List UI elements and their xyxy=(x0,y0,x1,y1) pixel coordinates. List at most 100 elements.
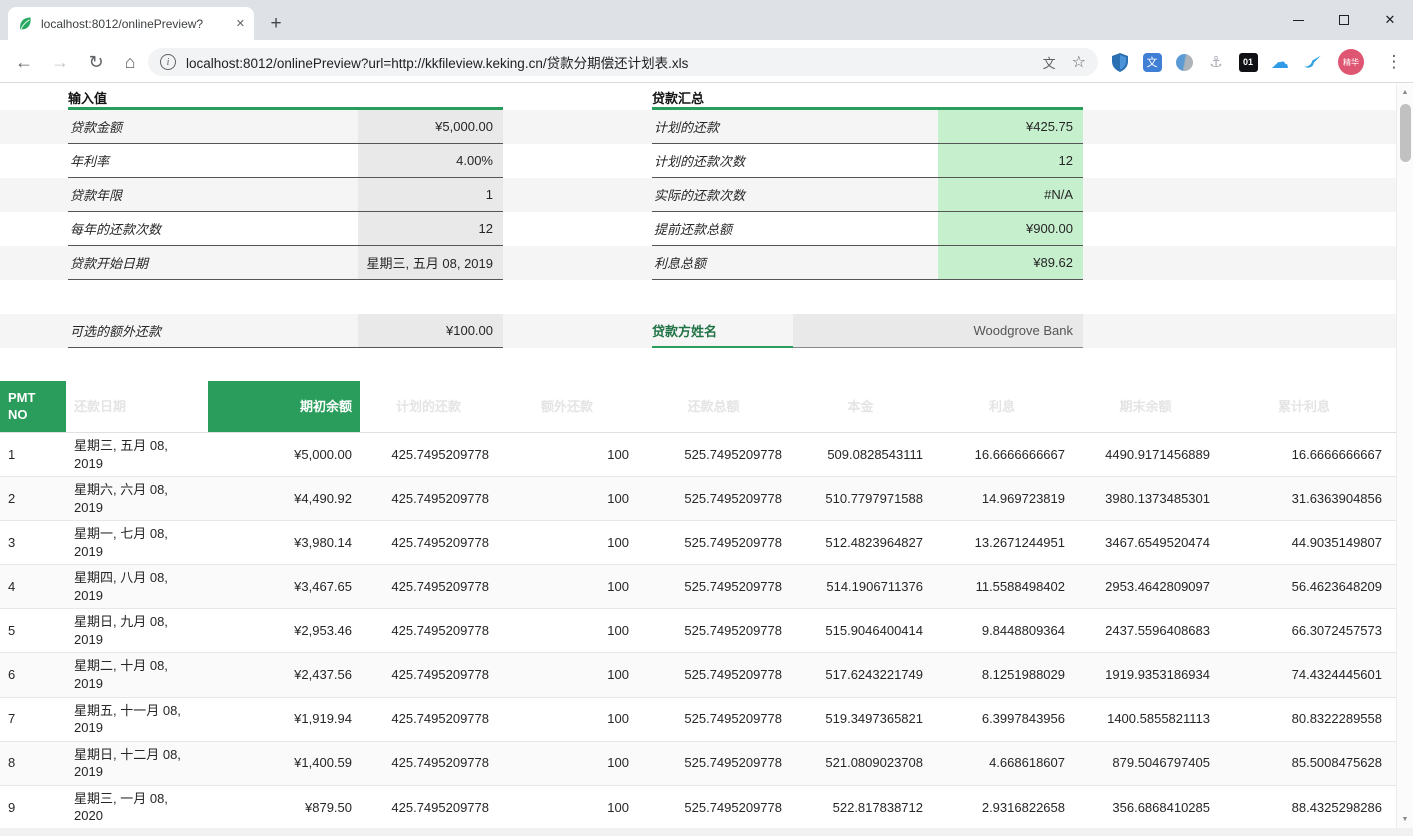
bird-extension-icon[interactable] xyxy=(1300,50,1324,74)
minimize-icon xyxy=(1293,20,1304,21)
summary-value: ¥900.00 xyxy=(938,212,1083,246)
01-badge-extension-icon[interactable]: 01 xyxy=(1236,50,1260,74)
schedule-cell: 509.0828543111 xyxy=(790,433,931,476)
schedule-cell: 8 xyxy=(0,742,66,785)
cloud-extension-icon[interactable]: ☁ xyxy=(1268,50,1292,74)
browser-menu-icon[interactable]: ⋮ xyxy=(1382,49,1406,75)
bookmark-star-icon[interactable]: ☆ xyxy=(1072,52,1086,72)
schedule-cell: ¥2,437.56 xyxy=(208,653,360,696)
input-value: 4.00% xyxy=(358,144,503,178)
input-label: 贷款金额 xyxy=(68,110,358,144)
schedule-cell: 425.7495209778 xyxy=(360,742,497,785)
schedule-row: 7星期五, 十一月 08, 2019¥1,919.94425.749520977… xyxy=(0,698,1396,742)
schedule-cell: 13.2671244951 xyxy=(931,521,1073,564)
input-label: 每年的还款次数 xyxy=(68,212,358,246)
horizontal-scrollbar[interactable] xyxy=(0,828,1396,836)
schedule-cell: 100 xyxy=(497,653,637,696)
back-icon[interactable]: ← xyxy=(10,48,38,76)
close-button[interactable]: ✕ xyxy=(1367,0,1413,40)
vertical-scrollbar[interactable]: ▲ ▼ xyxy=(1396,84,1413,828)
omnibox-actions: 文 ☆ xyxy=(1043,52,1086,72)
schedule-cell: 14.969723819 xyxy=(931,477,1073,520)
schedule-cell: ¥879.50 xyxy=(208,786,360,828)
address-bar[interactable]: i localhost:8012/onlinePreview?url=http:… xyxy=(148,48,1098,76)
browser-toolbar: ← → ↻ ⌂ i localhost:8012/onlinePreview?u… xyxy=(0,40,1413,83)
page-info-icon[interactable]: i xyxy=(160,54,176,70)
scroll-down-icon[interactable]: ▼ xyxy=(1397,811,1413,828)
input-value: ¥5,000.00 xyxy=(358,110,503,144)
schedule-cell: 85.5008475628 xyxy=(1218,742,1390,785)
schedule-row: 6星期二, 十月 08, 2019¥2,437.56425.7495209778… xyxy=(0,653,1396,697)
input-value: 12 xyxy=(358,212,503,246)
schedule-cell: 521.0809023708 xyxy=(790,742,931,785)
scrollbar-corner xyxy=(1396,828,1413,836)
tab-title: localhost:8012/onlinePreview? xyxy=(41,17,228,31)
anchor-extension-icon[interactable]: ⚓ xyxy=(1204,50,1228,74)
schedule-cell: 5 xyxy=(0,609,66,652)
schedule-cell: 1919.9353186934 xyxy=(1073,653,1218,696)
schedule-cell: 425.7495209778 xyxy=(360,653,497,696)
minimize-button[interactable] xyxy=(1275,0,1321,40)
schedule-cell: 2953.4642809097 xyxy=(1073,565,1218,608)
tab-close-icon[interactable]: ✕ xyxy=(236,17,245,30)
schedule-cell: 4490.9171456889 xyxy=(1073,433,1218,476)
schedule-cell: 星期二, 十月 08, 2019 xyxy=(66,653,208,696)
schedule-row: 9星期三, 一月 08, 2020¥879.50425.749520977810… xyxy=(0,786,1396,828)
header-total-payment: 还款总额 xyxy=(637,381,790,432)
header-ending-balance: 期末余额 xyxy=(1073,381,1218,432)
schedule-body: 1星期三, 五月 08, 2019¥5,000.00425.7495209778… xyxy=(0,433,1396,828)
schedule-row: 8星期日, 十二月 08, 2019¥1,400.59425.749520977… xyxy=(0,742,1396,786)
url-text[interactable]: localhost:8012/onlinePreview?url=http://… xyxy=(186,52,1033,72)
header-interest: 利息 xyxy=(931,381,1073,432)
schedule-cell: 525.7495209778 xyxy=(637,521,790,564)
schedule-cell: 525.7495209778 xyxy=(637,698,790,741)
summary-label: 利息总额 xyxy=(652,246,938,280)
translate-page-icon[interactable]: 文 xyxy=(1043,53,1056,72)
schedule-cell: 514.1906711376 xyxy=(790,565,931,608)
schedule-row: 5星期日, 九月 08, 2019¥2,953.46425.7495209778… xyxy=(0,609,1396,653)
orb-extension-icon[interactable] xyxy=(1172,50,1196,74)
input-label: 年利率 xyxy=(68,144,358,178)
profile-avatar[interactable]: 精华 xyxy=(1338,49,1364,75)
schedule-cell: 1400.5855821113 xyxy=(1073,698,1218,741)
schedule-cell: 6.3997843956 xyxy=(931,698,1073,741)
summary-value: ¥425.75 xyxy=(938,110,1083,144)
input-label: 贷款年限 xyxy=(68,178,358,212)
schedule-cell: 2437.5596408683 xyxy=(1073,609,1218,652)
summary-label: 实际的还款次数 xyxy=(652,178,938,212)
schedule-cell: 2.9316822658 xyxy=(931,786,1073,828)
header-payment-date: 还款日期 xyxy=(66,381,208,432)
schedule-cell: 星期五, 十一月 08, 2019 xyxy=(66,698,208,741)
header-extra-payment: 额外还款 xyxy=(497,381,637,432)
header-beginning-balance: 期初余额 xyxy=(208,381,360,432)
spacer-row xyxy=(0,348,1396,381)
schedule-cell: 100 xyxy=(497,433,637,476)
schedule-cell: 512.4823964827 xyxy=(790,521,931,564)
schedule-cell: 1 xyxy=(0,433,66,476)
schedule-cell: 16.6666666667 xyxy=(1218,433,1390,476)
schedule-cell: 3 xyxy=(0,521,66,564)
vertical-scrollbar-thumb[interactable] xyxy=(1400,104,1411,162)
translate-extension-icon[interactable]: 文 xyxy=(1140,50,1164,74)
schedule-cell: 425.7495209778 xyxy=(360,477,497,520)
schedule-cell: 9.8448809364 xyxy=(931,609,1073,652)
scroll-up-icon[interactable]: ▲ xyxy=(1397,84,1413,101)
forward-icon[interactable]: → xyxy=(46,48,74,76)
reload-icon[interactable]: ↻ xyxy=(82,48,110,76)
home-icon[interactable]: ⌂ xyxy=(116,48,144,76)
schedule-cell: 425.7495209778 xyxy=(360,565,497,608)
schedule-cell: 100 xyxy=(497,786,637,828)
maximize-button[interactable] xyxy=(1321,0,1367,40)
schedule-cell: 100 xyxy=(497,742,637,785)
shield-extension-icon[interactable] xyxy=(1108,50,1132,74)
header-cumulative-interest: 累计利息 xyxy=(1218,381,1390,432)
schedule-cell: 74.4324445601 xyxy=(1218,653,1390,696)
schedule-cell: 2 xyxy=(0,477,66,520)
input-value: 1 xyxy=(358,178,503,212)
browser-tab[interactable]: localhost:8012/onlinePreview? ✕ xyxy=(8,7,254,40)
new-tab-button[interactable]: + xyxy=(262,10,290,38)
schedule-cell: 4.668618607 xyxy=(931,742,1073,785)
summary-rows: 贷款金额¥5,000.00计划的还款¥425.75年利率4.00%计划的还款次数… xyxy=(0,110,1396,280)
schedule-cell: 525.7495209778 xyxy=(637,609,790,652)
schedule-cell: 星期一, 七月 08, 2019 xyxy=(66,521,208,564)
